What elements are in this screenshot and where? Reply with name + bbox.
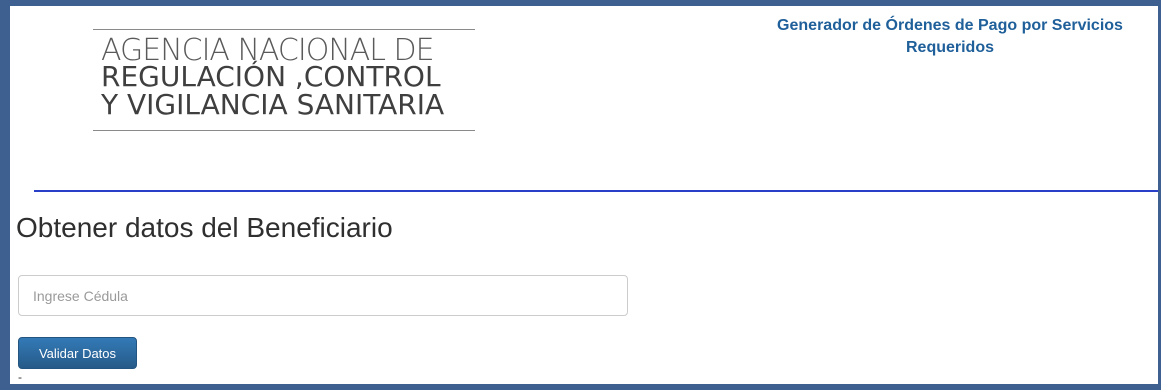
page-frame: AGENCIA NACIONAL DE REGULACIÓN ,CONTROL … xyxy=(0,0,1161,390)
logo-line-3: Y VIGILANCIA SANITARIA xyxy=(101,88,445,121)
app-title-line-1: Generador de Órdenes de Pago por Servici… xyxy=(777,17,1123,34)
logo-line-2: REGULACIÓN ,CONTROL xyxy=(101,60,441,93)
cedula-input[interactable] xyxy=(18,275,628,316)
app-title-line-2: Requeridos xyxy=(905,39,994,56)
agency-logo: AGENCIA NACIONAL DE REGULACIÓN ,CONTROL … xyxy=(93,29,475,131)
app-title: Generador de Órdenes de Pago por Servici… xyxy=(730,15,1161,59)
footer-mark: - xyxy=(18,370,22,384)
page-heading: Obtener datos del Beneficiario xyxy=(16,212,393,243)
validate-data-button[interactable]: Validar Datos xyxy=(18,337,137,369)
header-divider xyxy=(34,190,1158,192)
